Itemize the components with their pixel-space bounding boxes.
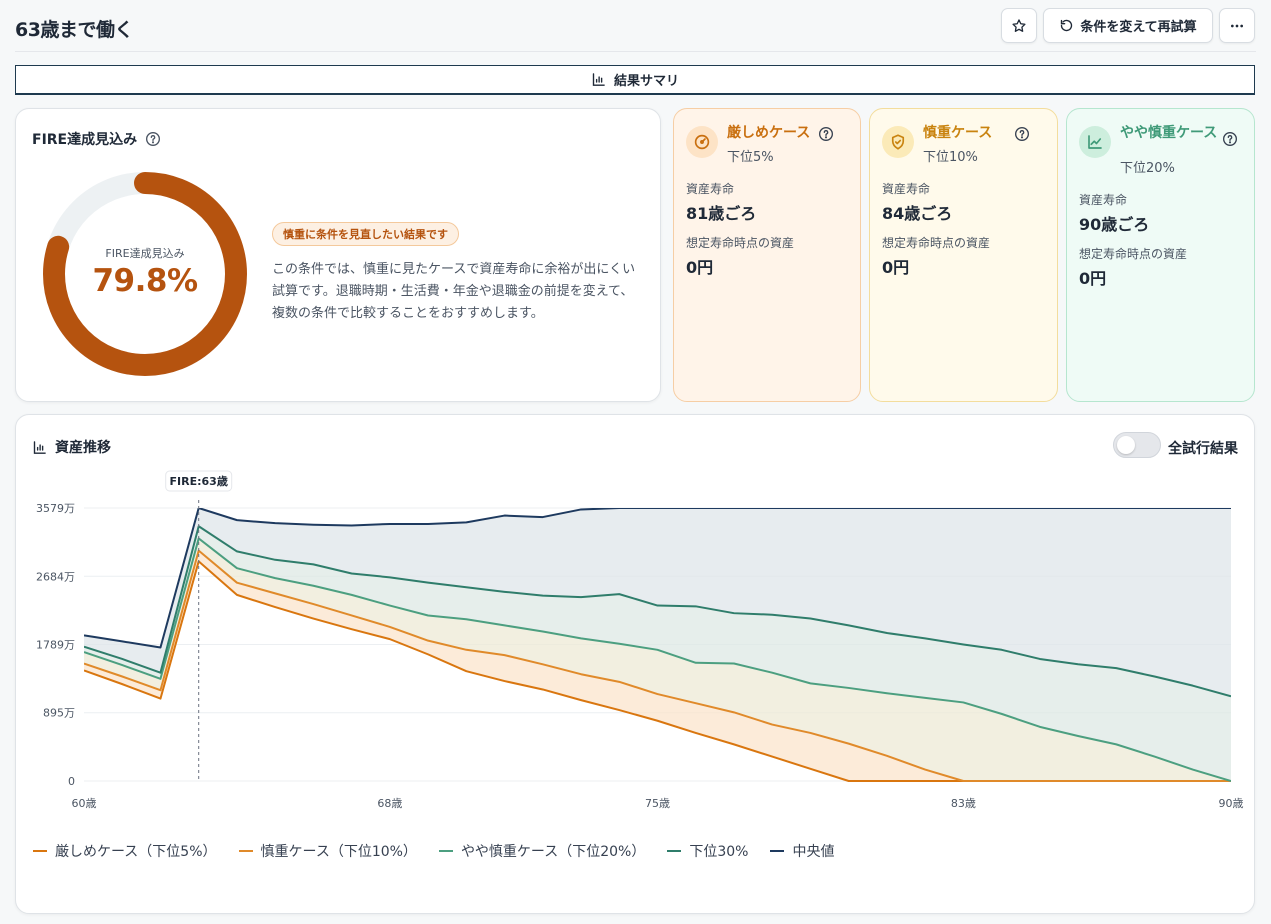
case-card-somewhat-cautious: やや慎重ケース 下位20% 資産寿命 90歳ごろ 想定寿命時点の資産 0円 — [1066, 108, 1255, 402]
asset-life-value: 84歳ごろ — [882, 204, 953, 223]
asset-life-label: 資産寿命 — [686, 182, 735, 196]
help-icon[interactable] — [1014, 126, 1030, 146]
case-name: 慎重ケース — [923, 125, 993, 141]
y-tick-label: 895万 — [43, 707, 75, 720]
fire-card-title-text: FIRE達成見込み — [32, 132, 138, 148]
y-tick-label: 3579万 — [36, 502, 75, 515]
asset-at-life-label: 想定寿命時点の資産 — [1079, 247, 1188, 261]
x-tick-label: 83歳 — [951, 797, 976, 810]
fire-card-title: FIRE達成見込み — [32, 129, 161, 149]
page-header: 63歳まで働く 条件を変えて再試算 — [15, 6, 1256, 52]
chart-legend: 厳しめケース（下位5%） 慎重ケース（下位10%） やや慎重ケース（下位20%） 下位… — [33, 841, 834, 861]
asset-at-life-label: 想定寿命時点の資産 — [686, 236, 795, 250]
retry-button-label: 条件を変えて再試算 — [1080, 20, 1197, 35]
asset-life-label: 資産寿命 — [1079, 193, 1128, 207]
shield-icon — [882, 126, 914, 158]
gauge-icon — [686, 126, 718, 158]
fire-marker-label: FIRE:63歳 — [170, 474, 228, 488]
asset-trend-card: 資産推移 全試行結果 0 895万 1789万 2684万 3579万 60歳 68歳 75歳… — [15, 414, 1255, 914]
chart-title: 資産推移 — [32, 437, 111, 457]
fire-description: この条件では、慎重に見たケースで資産寿命に余裕が出にくい試算です。退職時期・生活… — [272, 262, 636, 321]
case-percentile: 下位10% — [923, 150, 978, 165]
star-icon — [1012, 18, 1026, 32]
x-tick-label: 75歳 — [645, 797, 670, 810]
x-tick-label: 60歳 — [72, 797, 97, 810]
all-trials-toggle[interactable] — [1113, 432, 1161, 458]
more-options-button[interactable] — [1219, 8, 1255, 43]
help-icon[interactable] — [1222, 131, 1238, 151]
legend-label: 厳しめケース（下位5%） — [55, 844, 217, 860]
bar-chart-icon — [592, 73, 605, 86]
page-title: 63歳まで働く — [15, 19, 133, 41]
legend-item[interactable]: 慎重ケース（下位10%） — [238, 841, 417, 861]
rotate-icon — [1061, 19, 1073, 32]
summary-tab[interactable]: 結果サマリ — [15, 65, 1255, 95]
retry-with-new-conditions-button[interactable]: 条件を変えて再試算 — [1043, 8, 1213, 43]
chart-title-text: 資産推移 — [55, 440, 111, 456]
page: 63歳まで働く 条件を変えて再試算 結果サマリ FIRE達成見込み FIRE達成… — [0, 0, 1271, 924]
toggle-knob — [1117, 436, 1135, 454]
asset-life-value: 90歳ごろ — [1079, 215, 1150, 234]
legend-item[interactable]: やや慎重ケース（下位20%） — [438, 841, 646, 861]
x-tick-label: 68歳 — [377, 797, 402, 810]
legend-item[interactable]: 厳しめケース（下位5%） — [33, 841, 217, 861]
asset-at-life-value: 0円 — [1079, 269, 1107, 288]
asset-life-value: 81歳ごろ — [686, 204, 757, 223]
trend-chart-icon — [1079, 126, 1111, 158]
asset-life-label: 資産寿命 — [882, 182, 931, 196]
bar-chart-icon — [33, 440, 46, 454]
legend-swatch — [33, 850, 47, 852]
fire-probability-card: FIRE達成見込み FIRE達成見込み 79.8% 慎重に条件を見直したい結果で… — [15, 108, 661, 402]
x-tick-label: 90歳 — [1219, 797, 1244, 810]
case-card-severe: 厳しめケース 下位5% 資産寿命 81歳ごろ 想定寿命時点の資産 0円 — [673, 108, 861, 402]
case-percentile: 下位20% — [1120, 161, 1175, 176]
case-name: やや慎重ケース — [1120, 125, 1218, 141]
legend-label: 中央値 — [792, 844, 835, 860]
y-tick-label: 2684万 — [36, 570, 75, 583]
donut-label: FIRE達成見込み — [105, 247, 185, 260]
fire-probability-value: 79.8% — [92, 263, 198, 299]
legend-item[interactable]: 下位30% — [667, 841, 748, 861]
y-tick-label: 1789万 — [36, 639, 75, 652]
help-icon[interactable] — [818, 126, 834, 146]
favorite-button[interactable] — [1001, 8, 1037, 43]
legend-label: 慎重ケース（下位10%） — [260, 844, 417, 860]
help-icon[interactable] — [145, 131, 161, 147]
legend-item[interactable]: 中央値 — [770, 841, 834, 861]
case-percentile: 下位5% — [727, 150, 774, 165]
asset-at-life-value: 0円 — [686, 258, 714, 277]
legend-swatch — [770, 850, 785, 852]
legend-swatch — [667, 850, 682, 852]
legend-label: 下位30% — [689, 844, 749, 860]
summary-tab-label: 結果サマリ — [613, 74, 679, 89]
asset-trend-chart: 0 895万 1789万 2684万 3579万 60歳 68歳 75歳 83歳 90歳 FIRE:… — [36, 470, 1244, 810]
legend-swatch — [438, 850, 453, 852]
case-card-cautious: 慎重ケース 下位10% 資産寿命 84歳ごろ 想定寿命時点の資産 0円 — [869, 108, 1058, 402]
legend-label: やや慎重ケース（下位20%） — [460, 844, 646, 860]
all-trials-toggle-label: 全試行結果 — [1168, 441, 1238, 457]
more-dots-icon — [1231, 24, 1243, 27]
asset-at-life-value: 0円 — [882, 258, 910, 277]
legend-swatch — [238, 850, 253, 852]
y-tick-label: 0 — [68, 775, 75, 788]
case-name: 厳しめケース — [727, 125, 811, 141]
asset-at-life-label: 想定寿命時点の資産 — [882, 236, 991, 250]
status-badge: 慎重に条件を見直したい結果です — [272, 222, 459, 246]
